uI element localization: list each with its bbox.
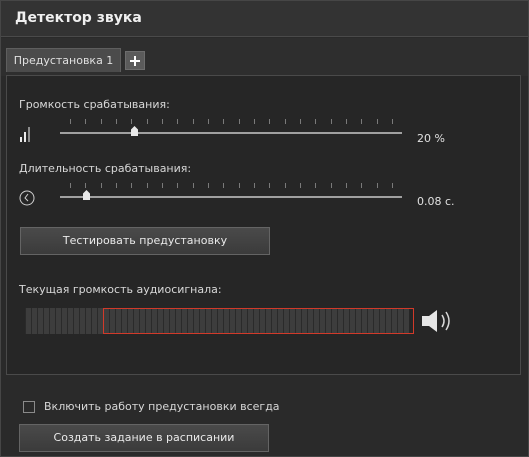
slider-tick — [285, 119, 286, 124]
slider-tick — [116, 183, 117, 188]
slider-tick — [377, 183, 378, 188]
slider-tick — [116, 119, 117, 124]
slider-tick — [331, 119, 332, 124]
slider-tick — [193, 119, 194, 124]
preset-panel: Громкость срабатывания: 20 % Длительност… — [6, 75, 521, 375]
volume-label: Громкость срабатывания: — [19, 98, 170, 111]
slider-tick — [361, 183, 362, 188]
speaker-icon — [422, 310, 450, 332]
always-enable-checkbox[interactable] — [23, 401, 35, 413]
slider-tick — [208, 183, 209, 188]
clock-icon — [19, 190, 35, 206]
page-title: Детектор звука — [15, 10, 142, 26]
slider-tick — [269, 119, 270, 124]
test-preset-button[interactable]: Тестировать предустановку — [20, 227, 270, 255]
slider-tick — [346, 183, 347, 188]
volume-slider[interactable] — [60, 119, 402, 141]
slider-tick — [131, 183, 132, 188]
slider-tick — [346, 119, 347, 124]
slider-tick — [285, 183, 286, 188]
header: Детектор звука — [1, 1, 528, 37]
preset-tabbar: Предустановка 1 — [1, 38, 528, 76]
duration-label: Длительность срабатывания: — [19, 162, 192, 175]
slider-tick — [239, 119, 240, 124]
tab-preset-1[interactable]: Предустановка 1 — [6, 48, 121, 72]
slider-tick — [101, 119, 102, 124]
slider-tick — [101, 183, 102, 188]
slider-tick — [223, 119, 224, 124]
slider-tick — [70, 119, 71, 124]
slider-tick — [331, 183, 332, 188]
slider-tick — [85, 119, 86, 124]
duration-slider-track — [60, 196, 402, 198]
slider-tick — [177, 119, 178, 124]
slider-tick — [392, 119, 393, 124]
add-preset-button[interactable] — [125, 51, 145, 70]
slider-tick — [315, 183, 316, 188]
audio-level-meter — [25, 308, 414, 334]
duration-value: 0.08 с. — [417, 195, 455, 208]
slider-tick — [177, 183, 178, 188]
slider-tick — [300, 183, 301, 188]
volume-slider-ticks — [60, 119, 402, 125]
slider-tick — [85, 183, 86, 188]
slider-tick — [162, 183, 163, 188]
slider-tick — [193, 183, 194, 188]
slider-tick — [269, 183, 270, 188]
volume-bars-icon — [20, 127, 30, 142]
slider-tick — [239, 183, 240, 188]
volume-slider-thumb[interactable] — [131, 126, 138, 136]
slider-tick — [315, 119, 316, 124]
slider-tick — [392, 183, 393, 188]
slider-tick — [147, 183, 148, 188]
duration-slider-ticks — [60, 183, 402, 189]
slider-tick — [223, 183, 224, 188]
slider-tick — [70, 183, 71, 188]
slider-tick — [147, 119, 148, 124]
slider-tick — [361, 119, 362, 124]
volume-slider-track — [60, 132, 402, 134]
duration-slider-thumb[interactable] — [83, 190, 90, 200]
meter-peak-outline — [103, 308, 414, 334]
slider-tick — [254, 119, 255, 124]
slider-tick — [131, 119, 132, 124]
create-schedule-task-button[interactable]: Создать задание в расписании — [19, 424, 269, 452]
slider-tick — [208, 119, 209, 124]
volume-value: 20 % — [417, 132, 445, 145]
slider-tick — [162, 119, 163, 124]
slider-tick — [254, 183, 255, 188]
audio-level-label: Текущая громкость аудиосигнала: — [19, 283, 222, 296]
slider-tick — [377, 119, 378, 124]
duration-slider[interactable] — [60, 183, 402, 205]
slider-tick — [300, 119, 301, 124]
sound-detector-window: Детектор звука Предустановка 1 Громкость… — [0, 0, 529, 457]
always-enable-label: Включить работу предустановки всегда — [44, 400, 280, 413]
